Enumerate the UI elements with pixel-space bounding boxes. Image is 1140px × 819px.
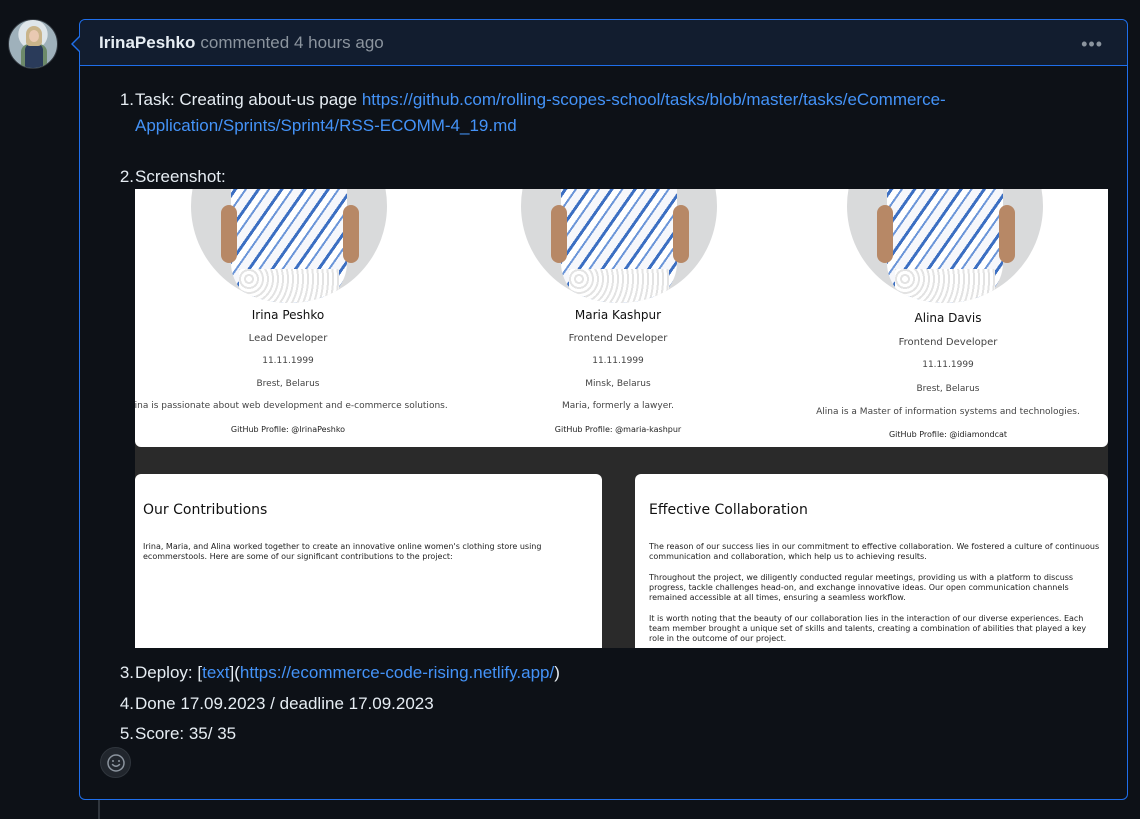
member-name: Maria Kashpur	[574, 308, 662, 322]
member-github: GitHub Profile: @maria-kashpur	[554, 425, 682, 434]
deploy-url-link[interactable]: https://ecommerce-code-rising.netlify.ap…	[240, 663, 554, 682]
member-date: 11.11.1999	[262, 356, 314, 366]
comment-header: IrinaPeshko commented 4 hours ago •••	[80, 20, 1127, 66]
contributions-text: Irina, Maria, and Alina worked together …	[143, 542, 542, 561]
list-number: 1.	[119, 90, 134, 109]
member-bio: Alina is a Master of information systems…	[816, 407, 1080, 417]
collaboration-card: Effective Collaboration The reason of ou…	[635, 474, 1108, 648]
list-text: Screenshot:	[135, 167, 226, 186]
contributions-card: Our Contributions Irina, Maria, and Alin…	[135, 474, 602, 648]
list-number: 2.	[119, 167, 134, 186]
list-number: 4.	[119, 694, 134, 713]
list-text: Task: Creating about-us page https://git…	[135, 90, 946, 109]
task-link[interactable]: https://github.com/rolling-scopes-school…	[362, 90, 946, 109]
member-date: 11.11.1999	[592, 356, 644, 366]
author-link[interactable]: IrinaPeshko	[99, 33, 195, 53]
member-city: Brest, Belarus	[256, 379, 320, 389]
deploy-text-link[interactable]: text	[202, 663, 229, 682]
comment-action: commented 4 hours ago	[200, 32, 384, 52]
comment-pointer-inner	[73, 37, 80, 51]
list-text: Done 17.09.2023 / deadline 17.09.2023	[135, 694, 434, 713]
member-role: Frontend Developer	[898, 337, 998, 348]
member-name: Irina Peshko	[251, 308, 325, 322]
member-github: GitHub Profile: @idiamondcat	[888, 430, 1008, 439]
member-name: Alina Davis	[914, 311, 982, 325]
collaboration-title: Effective Collaboration	[649, 502, 808, 518]
comment-box: IrinaPeshko commented 4 hours ago ••• 1.…	[79, 19, 1128, 800]
collaboration-p2: Throughout the project, we diligently co…	[649, 573, 1074, 602]
member-photo	[847, 189, 1043, 303]
member-photo	[521, 189, 717, 303]
list-text: Deploy: [text](https://ecommerce-code-ri…	[135, 663, 560, 682]
list-number: 5.	[119, 724, 134, 743]
member-github: GitHub Profile: @IrinaPeshko	[230, 425, 346, 434]
screenshot-image[interactable]: Irina Peshko Lead Developer 11.11.1999 B…	[135, 189, 1108, 648]
contributions-title: Our Contributions	[143, 502, 268, 518]
member-photo	[191, 189, 387, 303]
timeline-line	[98, 798, 100, 819]
member-date: 11.11.1999	[922, 360, 974, 370]
member-city: Brest, Belarus	[916, 384, 980, 394]
member-bio: Maria, formerly a lawyer.	[562, 401, 674, 411]
list-number: 3.	[119, 663, 134, 682]
kebab-icon[interactable]: •••	[1081, 34, 1103, 55]
collaboration-p3: It is worth noting that the beauty of ou…	[649, 614, 1087, 643]
smiley-icon[interactable]	[100, 747, 131, 778]
member-bio: Irina is passionate about web developmen…	[135, 401, 448, 411]
member-role: Frontend Developer	[568, 333, 668, 344]
avatar[interactable]	[8, 19, 58, 69]
list-text: Score: 35/ 35	[135, 724, 237, 743]
member-city: Minsk, Belarus	[585, 379, 651, 389]
comment-time[interactable]: 4 hours ago	[294, 33, 384, 52]
collaboration-p1: The reason of our success lies in our co…	[649, 542, 1100, 561]
member-role: Lead Developer	[248, 333, 328, 344]
smiley-icon-svg	[106, 753, 125, 772]
task-link-cont[interactable]: Application/Sprints/Sprint4/RSS-ECOMM-4_…	[135, 116, 517, 135]
team-section: Irina Peshko Lead Developer 11.11.1999 B…	[135, 189, 1108, 447]
